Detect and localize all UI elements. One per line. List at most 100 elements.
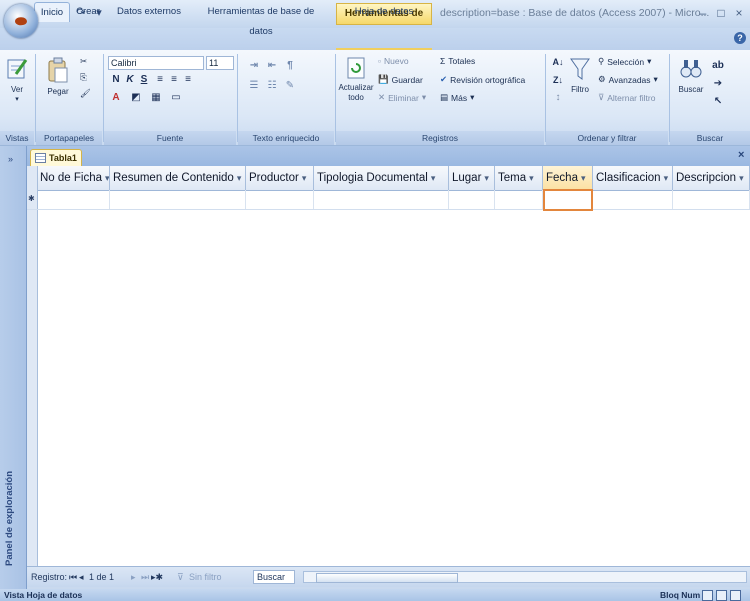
fill-color-icon[interactable]: ◩: [130, 92, 142, 104]
record-selector-column[interactable]: [27, 166, 38, 566]
alt-fill-icon[interactable]: ▭: [170, 92, 182, 104]
design-view-icon[interactable]: [730, 590, 741, 601]
column-dropdown-icon[interactable]: ▾: [581, 173, 586, 183]
tab-crear[interactable]: Crear: [74, 2, 102, 22]
cell-resumen[interactable]: [110, 190, 246, 209]
column-dropdown-icon[interactable]: ▾: [664, 173, 669, 183]
align-center-icon[interactable]: ≡: [168, 74, 180, 86]
cell-clasificacion[interactable]: [593, 190, 673, 209]
totales-button[interactable]: Σ Totales: [440, 56, 475, 66]
cut-icon[interactable]: ✂: [80, 56, 87, 67]
office-button[interactable]: ⬬: [4, 4, 38, 38]
horizontal-scrollbar[interactable]: [303, 571, 747, 583]
close-window-button[interactable]: ×: [730, 6, 748, 20]
highlight-icon[interactable]: ✎: [284, 80, 296, 92]
scroll-thumb[interactable]: [316, 573, 458, 583]
datasheet[interactable]: No de Ficha ▾ Resumen de Contenido ▾ Produ…: [27, 166, 750, 566]
col-header-fecha[interactable]: Fecha ▾: [543, 166, 593, 190]
col-header-productor[interactable]: Productor ▾: [246, 166, 314, 190]
underline-icon[interactable]: S: [138, 74, 150, 86]
bold-icon[interactable]: N: [110, 74, 122, 86]
indent-icon[interactable]: ⇥: [248, 60, 260, 72]
column-dropdown-icon[interactable]: ▾: [105, 173, 109, 183]
expand-nav-icon[interactable]: »: [8, 154, 13, 164]
cell-tipologia[interactable]: [314, 190, 449, 209]
column-dropdown-icon[interactable]: ▾: [431, 173, 436, 183]
cell-descripcion[interactable]: [673, 190, 750, 209]
eliminar-button[interactable]: ✕ Eliminar ▾: [378, 92, 426, 103]
tab-inicio[interactable]: Inicio: [34, 2, 70, 22]
record-position[interactable]: 1 de 1: [89, 570, 114, 584]
prev-record-icon[interactable]: ◂: [79, 570, 84, 584]
cell-fecha[interactable]: [543, 189, 593, 211]
close-document-icon[interactable]: ×: [738, 149, 744, 161]
navigation-pane[interactable]: » Panel de exploración: [0, 146, 27, 592]
column-dropdown-icon[interactable]: ▾: [237, 173, 242, 183]
tab-datos-externos[interactable]: Datos externos: [110, 2, 188, 22]
sort-desc-icon[interactable]: Z↓: [552, 74, 564, 86]
align-left-icon[interactable]: ≡: [154, 74, 166, 86]
col-header-resumen[interactable]: Resumen de Contenido ▾: [110, 166, 246, 190]
tab-tabla1[interactable]: Tabla1: [30, 149, 82, 166]
cell-tema[interactable]: [495, 190, 543, 209]
paragraph-icon[interactable]: ¶: [284, 60, 296, 72]
actualizar-button[interactable]: Actualizar todo: [338, 56, 374, 116]
pegar-button[interactable]: Pegar: [40, 56, 76, 116]
filter-status[interactable]: Sin filtro: [189, 570, 222, 584]
italic-icon[interactable]: K: [124, 74, 136, 86]
font-name-box[interactable]: Calibri: [108, 56, 204, 70]
cell-productor[interactable]: [246, 190, 314, 209]
font-color-icon[interactable]: A: [110, 92, 122, 104]
clear-sort-icon[interactable]: ↕: [552, 92, 564, 104]
first-record-icon[interactable]: ⏮: [69, 570, 77, 584]
filter-icon: [570, 58, 590, 80]
font-size-box[interactable]: 11: [206, 56, 234, 70]
new-record-nav-icon[interactable]: ▸✱: [151, 570, 163, 584]
outdent-icon[interactable]: ⇤: [266, 60, 278, 72]
minimize-button[interactable]: –: [694, 6, 712, 20]
select-icon[interactable]: ↖: [712, 96, 724, 108]
datasheet-view-icon[interactable]: [702, 590, 713, 601]
cell-lugar[interactable]: [449, 190, 495, 209]
nuevo-button[interactable]: ▫ Nuevo: [378, 56, 409, 66]
col-header-clasificacion[interactable]: Clasificacion ▾: [593, 166, 673, 190]
col-header-tipologia[interactable]: Tipologia Documental ▾: [314, 166, 449, 190]
column-dropdown-icon[interactable]: ▾: [529, 173, 534, 183]
filtro-button[interactable]: Filtro: [566, 56, 594, 116]
sort-asc-icon[interactable]: A↓: [552, 56, 564, 68]
pivot-table-view-icon[interactable]: [716, 590, 727, 601]
gridlines-icon[interactable]: ▦: [150, 92, 162, 104]
col-header-tema[interactable]: Tema ▾: [495, 166, 543, 190]
col-header-no-de-ficha[interactable]: No de Ficha ▾: [37, 166, 110, 190]
tab-herramientas-bd[interactable]: Herramientas de base de datos: [196, 2, 326, 37]
ver-button[interactable]: Ver ▾: [4, 56, 30, 116]
help-icon[interactable]: ?: [734, 32, 746, 44]
col-header-lugar[interactable]: Lugar ▾: [449, 166, 495, 190]
new-record-row[interactable]: ✱: [27, 189, 750, 211]
column-dropdown-icon[interactable]: ▾: [302, 173, 307, 183]
numbering-icon[interactable]: ☷: [266, 80, 278, 92]
format-painter-icon[interactable]: 🖌: [80, 88, 91, 99]
align-right-icon[interactable]: ≡: [182, 74, 194, 86]
column-dropdown-icon[interactable]: ▾: [484, 173, 489, 183]
next-record-icon[interactable]: ▸: [131, 570, 136, 584]
mas-button[interactable]: ▤ Más ▾: [440, 92, 474, 103]
copy-icon[interactable]: ⎘: [80, 72, 87, 83]
tab-hoja-de-datos[interactable]: Hoja de datos: [340, 2, 428, 22]
cell-no-de-ficha[interactable]: [37, 190, 110, 209]
col-header-descripcion[interactable]: Descripcion ▾: [673, 166, 750, 190]
goto-icon[interactable]: ➔: [712, 78, 724, 90]
maximize-button[interactable]: □: [712, 6, 730, 20]
group-portapapeles-label: Portapapeles: [36, 131, 102, 145]
seleccion-button[interactable]: ⚲ Selección ▾: [598, 56, 651, 67]
avanzadas-button[interactable]: ⚙ Avanzadas ▾: [598, 74, 658, 85]
column-dropdown-icon[interactable]: ▾: [739, 173, 744, 183]
guardar-button[interactable]: 💾 Guardar: [378, 74, 423, 85]
last-record-icon[interactable]: ⏭: [141, 570, 149, 584]
buscar-ribbon-button[interactable]: Buscar: [674, 56, 708, 116]
bullets-icon[interactable]: ☰: [248, 80, 260, 92]
search-input[interactable]: Buscar: [253, 570, 295, 584]
ortografia-button[interactable]: ✔ Revisión ortográfica: [440, 74, 525, 85]
alternar-button[interactable]: ⊽ Alternar filtro: [598, 92, 655, 103]
replace-icon[interactable]: ab: [712, 60, 724, 72]
